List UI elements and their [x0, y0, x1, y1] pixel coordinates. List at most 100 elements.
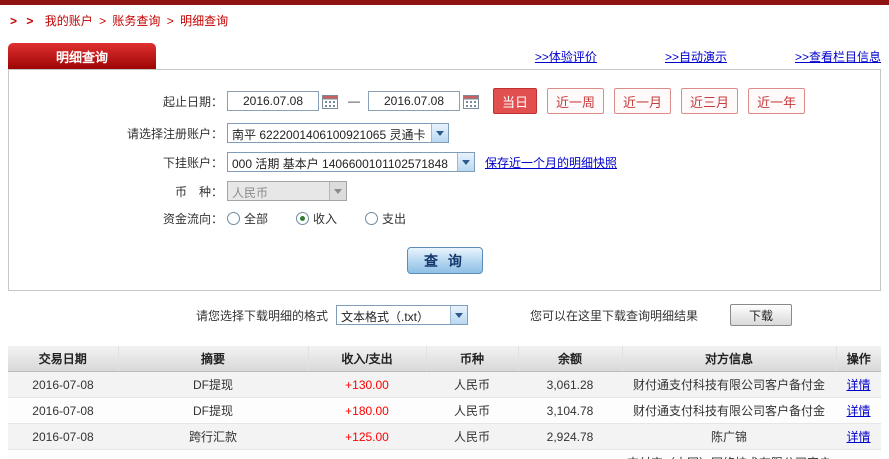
radio-checked-icon	[296, 212, 310, 225]
header-links: >>体验评价 >>自动演示 >>查看栏目信息	[535, 48, 881, 69]
range-today-button[interactable]: 当日	[493, 88, 538, 114]
download-bar: 请您选择下载明细的格式 文本格式（.txt） 您可以在这里下载查询明细结果 下载	[8, 304, 881, 326]
flow-option-expense[interactable]: 支出	[365, 210, 406, 227]
sub-account-value: 000 活期 基本户 1406600101102571848	[232, 157, 448, 171]
cell-counterparty: 陈广锦	[622, 423, 836, 450]
table-row: 2016-07-08 陈广锦支付宝 +1,235.00 人民币 2,799.78…	[8, 449, 881, 459]
link-experience-feedback[interactable]: >>体验评价	[535, 48, 597, 65]
range-last-year-button[interactable]: 近一年	[748, 88, 806, 114]
link-auto-demo[interactable]: >>自动演示	[665, 48, 727, 65]
flow-option-all[interactable]: 全部	[227, 210, 268, 227]
download-format-value: 文本格式（.txt）	[341, 310, 430, 324]
cell-amount: +125.00	[308, 423, 426, 450]
cell-currency: 人民币	[426, 397, 518, 424]
cell-counterparty: 财付通支付科技有限公司客户备付金	[622, 371, 836, 398]
save-snapshot-link[interactable]: 保存近一个月的明细快照	[485, 154, 617, 171]
cell-date: 2016-07-08	[8, 371, 118, 398]
query-row: 查 询	[9, 247, 880, 274]
cell-balance: 2,924.78	[518, 423, 622, 450]
cell-currency: 人民币	[426, 423, 518, 450]
flow-option-expense-label: 支出	[382, 212, 407, 226]
breadcrumb-arrows-icon: > >	[10, 14, 37, 28]
range-last-week-button[interactable]: 近一周	[547, 88, 605, 114]
register-account-select[interactable]: 南平 6222001406100921065 灵通卡	[227, 123, 449, 143]
cell-currency: 人民币	[426, 371, 518, 398]
register-account-value: 南平 6222001406100921065 灵通卡	[232, 128, 426, 142]
col-header-amount: 收入/支出	[307, 346, 426, 372]
currency-label: 币 种：	[174, 184, 223, 199]
cell-date: 2016-07-08	[8, 423, 118, 450]
flow-label: 资金流向：	[162, 212, 223, 226]
breadcrumb: > > 我的账户 > 账务查询 > 明细查询	[0, 5, 889, 34]
detail-link[interactable]: 详情	[846, 404, 870, 418]
download-button[interactable]: 下载	[730, 304, 793, 326]
sub-account-label: 下挂账户：	[162, 155, 223, 170]
cell-balance: 3,104.78	[518, 397, 622, 424]
chevron-down-icon	[457, 153, 474, 171]
chevron-down-icon	[329, 182, 346, 200]
query-form-panel: 起止日期： —	[8, 69, 881, 291]
table-header-row: 交易日期 摘要 收入/支出 币种 余额 对方信息 操作	[8, 346, 881, 372]
table-row: 2016-07-08 DF提现 +180.00 人民币 3,104.78 财付通…	[8, 397, 881, 424]
link-column-info[interactable]: >>查看栏目信息	[795, 48, 881, 65]
cell-summary: 跨行汇款	[118, 423, 308, 450]
range-last-month-button[interactable]: 近一月	[614, 88, 672, 114]
sub-account-row: 下挂账户： 000 活期 基本户 1406600101102571848 保存近…	[9, 152, 880, 172]
currency-value: 人民币	[232, 186, 269, 200]
col-header-action: 操作	[835, 346, 881, 372]
col-header-balance: 余额	[517, 346, 622, 372]
tab-row: 明细查询 >>体验评价 >>自动演示 >>查看栏目信息	[0, 34, 889, 69]
flow-option-all-label: 全部	[244, 212, 269, 226]
chevron-down-icon	[431, 124, 448, 142]
page: > > 我的账户 > 账务查询 > 明细查询 明细查询 >>体验评价 >>自动演…	[0, 0, 889, 459]
start-date-input[interactable]	[227, 91, 319, 111]
cell-amount: +1,235.00	[308, 449, 426, 459]
radio-icon	[365, 212, 379, 225]
flow-option-income[interactable]: 收入	[296, 210, 337, 227]
cell-date: 2016-07-08	[8, 449, 118, 459]
cell-counterparty: 支付宝（中国）网络技术有限公司客户备付金	[622, 449, 836, 459]
detail-link[interactable]: 详情	[846, 378, 870, 392]
calendar-icon[interactable]	[320, 92, 340, 110]
results-table: 交易日期 摘要 收入/支出 币种 余额 对方信息 操作 2016-07-08 D…	[8, 346, 881, 459]
currency-row: 币 种： 人民币	[9, 181, 880, 201]
cell-currency: 人民币	[426, 449, 518, 459]
date-range-dash: —	[348, 94, 360, 108]
col-header-date: 交易日期	[8, 346, 118, 372]
breadcrumb-item-account-query[interactable]: 账务查询	[112, 14, 160, 28]
download-format-label: 请您选择下载明细的格式	[196, 308, 329, 323]
cell-summary: DF提现	[118, 371, 308, 398]
end-date-input[interactable]	[368, 91, 460, 111]
cell-amount: +180.00	[308, 397, 426, 424]
col-header-currency: 币种	[425, 346, 518, 372]
cell-amount: +130.00	[308, 371, 426, 398]
flow-option-income-label: 收入	[313, 212, 338, 226]
col-header-counterparty: 对方信息	[621, 346, 836, 372]
detail-link[interactable]: 详情	[846, 430, 870, 444]
cell-counterparty: 财付通支付科技有限公司客户备付金	[622, 397, 836, 424]
flow-row: 资金流向： 全部 收入 支出	[9, 210, 880, 227]
date-range-row: 起止日期： —	[9, 88, 880, 114]
tab-detail-query[interactable]: 明细查询	[8, 43, 156, 69]
register-account-label: 请选择注册账户：	[126, 126, 223, 141]
download-hint: 您可以在这里下载查询明细结果	[530, 308, 699, 323]
register-account-row: 请选择注册账户： 南平 6222001406100921065 灵通卡	[9, 123, 880, 143]
breadcrumb-item-detail-query[interactable]: 明细查询	[180, 14, 228, 28]
chevron-down-icon	[450, 306, 468, 324]
currency-select: 人民币	[227, 181, 347, 201]
cell-date: 2016-07-08	[8, 397, 118, 424]
breadcrumb-item-my-account[interactable]: 我的账户	[45, 14, 93, 28]
calendar-icon[interactable]	[461, 92, 481, 110]
date-range-label: 起止日期：	[162, 94, 223, 109]
table-row: 2016-07-08 跨行汇款 +125.00 人民币 2,924.78 陈广锦…	[8, 423, 881, 450]
range-last-3-months-button[interactable]: 近三月	[681, 88, 739, 114]
cell-summary: DF提现	[118, 397, 308, 424]
sub-account-select[interactable]: 000 活期 基本户 1406600101102571848	[227, 152, 475, 172]
cell-balance: 3,061.28	[518, 371, 622, 398]
radio-icon	[227, 212, 240, 225]
query-button[interactable]: 查 询	[406, 247, 483, 274]
download-format-select[interactable]: 文本格式（.txt）	[336, 305, 469, 325]
breadcrumb-separator: >	[166, 14, 174, 28]
table-row: 2016-07-08 DF提现 +130.00 人民币 3,061.28 财付通…	[8, 371, 881, 398]
col-header-summary: 摘要	[117, 346, 308, 372]
